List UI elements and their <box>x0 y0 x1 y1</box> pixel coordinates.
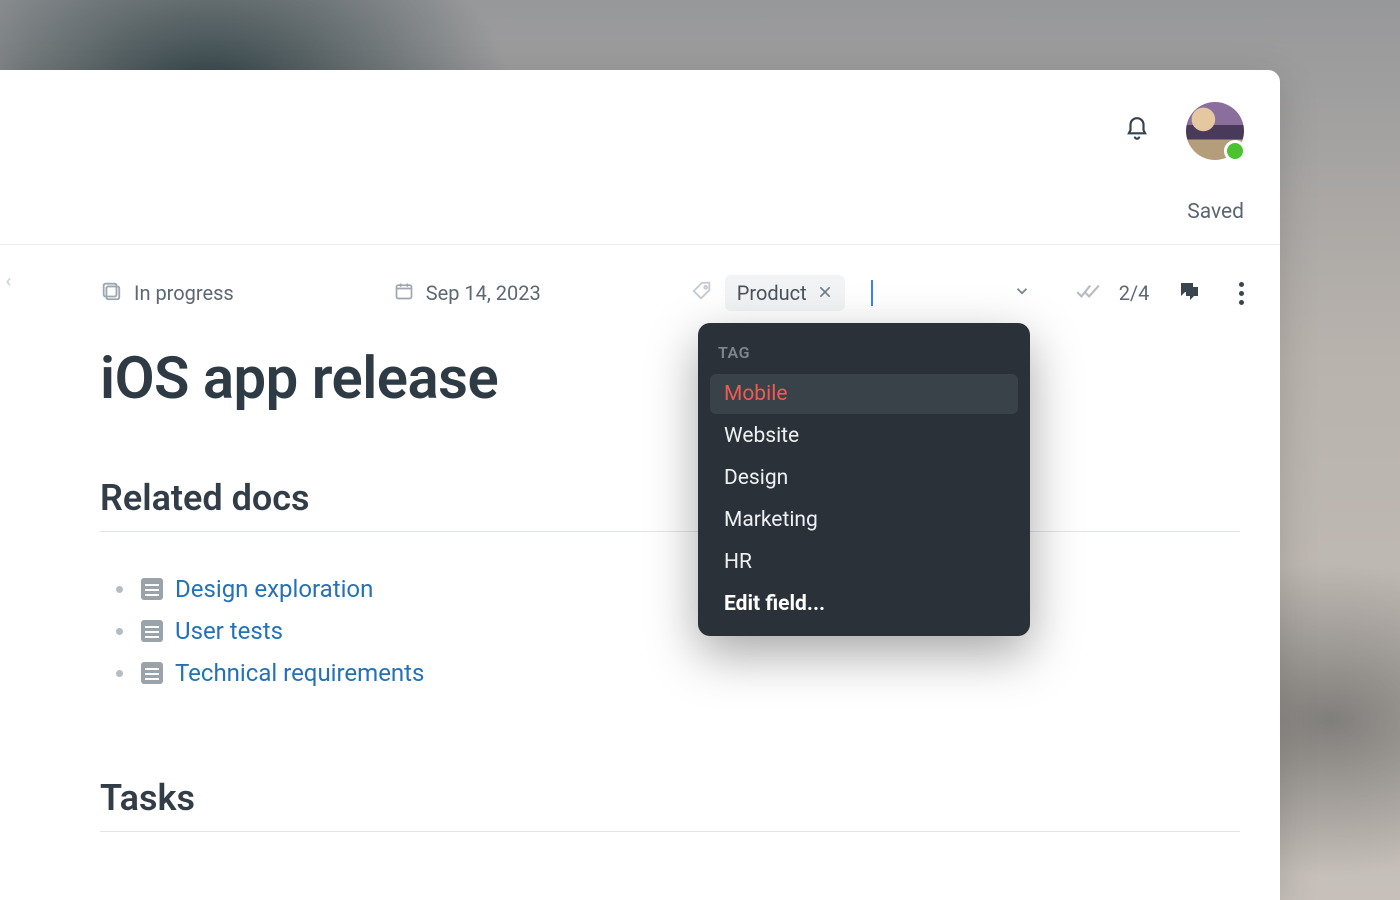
top-toolbar: Saved <box>0 70 1280 245</box>
progress-field[interactable]: 2/4 <box>1075 278 1150 309</box>
avatar[interactable] <box>1186 102 1244 160</box>
status-text: In progress <box>134 281 234 305</box>
doc-link[interactable]: Technical requirements <box>175 659 424 687</box>
document-icon <box>141 662 163 684</box>
date-text: Sep 14, 2023 <box>426 281 541 305</box>
doc-link[interactable]: User tests <box>175 617 283 645</box>
status-field[interactable]: In progress <box>100 280 234 307</box>
divider <box>100 531 1240 532</box>
tag-icon <box>691 280 713 307</box>
tag-field[interactable]: Product <box>691 275 1031 311</box>
chevron-down-icon[interactable] <box>1013 281 1031 305</box>
list-item: Design exploration <box>116 575 424 603</box>
more-menu-icon[interactable] <box>1239 282 1244 305</box>
list-item: User tests <box>116 617 424 645</box>
bullet-icon <box>116 586 123 593</box>
dropdown-item[interactable]: Marketing <box>710 500 1018 540</box>
section-tasks: Tasks <box>100 777 195 819</box>
doc-link[interactable]: Design exploration <box>175 575 373 603</box>
dropdown-item[interactable]: HR <box>710 542 1018 582</box>
double-check-icon <box>1075 278 1101 309</box>
calendar-icon <box>394 281 414 306</box>
status-icon <box>100 280 122 307</box>
comments-icon[interactable] <box>1177 279 1201 307</box>
meta-row: In progress Sep 14, 2023 Product <box>100 275 1244 311</box>
tag-input[interactable] <box>871 280 1001 306</box>
tag-chip[interactable]: Product <box>725 275 845 311</box>
list-item: Technical requirements <box>116 659 424 687</box>
dropdown-item[interactable]: Website <box>710 416 1018 456</box>
page-title[interactable]: iOS app release <box>100 345 498 413</box>
dropdown-item[interactable]: Design <box>710 458 1018 498</box>
tag-dropdown: TAG Mobile Website Design Marketing HR E… <box>698 323 1030 636</box>
divider <box>100 831 1240 832</box>
dropdown-header: TAG <box>704 337 1024 372</box>
document-panel: Saved ‹‹ In progress Sep 14, 2023 <box>0 70 1280 900</box>
remove-tag-icon[interactable] <box>817 281 833 305</box>
document-icon <box>141 620 163 642</box>
bullet-icon <box>116 628 123 635</box>
section-related-docs: Related docs <box>100 477 310 519</box>
tag-chip-label: Product <box>737 281 807 305</box>
related-docs-list: Design exploration User tests Technical … <box>116 561 424 701</box>
save-status: Saved <box>1187 200 1244 224</box>
notifications-icon[interactable] <box>1124 116 1150 146</box>
date-field[interactable]: Sep 14, 2023 <box>394 281 541 306</box>
document-content: ‹‹ In progress Sep 14, 2023 <box>0 245 1280 900</box>
document-icon <box>141 578 163 600</box>
bullet-icon <box>116 670 123 677</box>
progress-count: 2/4 <box>1119 281 1150 305</box>
dropdown-edit-field[interactable]: Edit field... <box>710 584 1018 624</box>
dropdown-item[interactable]: Mobile <box>710 374 1018 414</box>
